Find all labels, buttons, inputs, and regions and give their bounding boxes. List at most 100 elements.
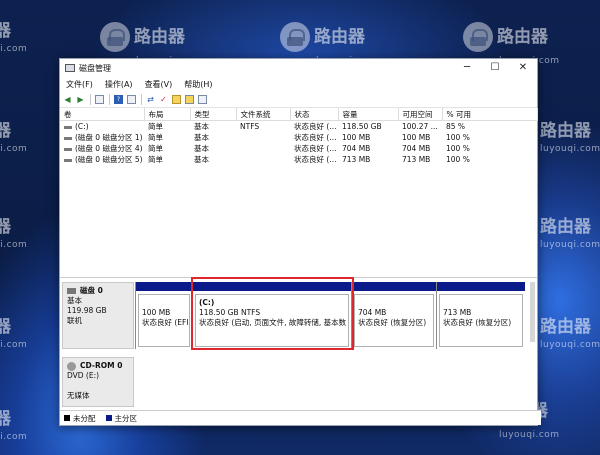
type-cell: 基本 [194, 122, 209, 131]
partition-size: 713 MB [443, 308, 472, 317]
volume-cell: (磁盘 0 磁盘分区 1) [60, 132, 144, 143]
percent-free-cell: 100 % [446, 144, 470, 153]
col-free-space[interactable]: 可用空间 [398, 108, 443, 121]
console-tree-icon[interactable] [95, 94, 104, 104]
capacity-cell: 704 MB [342, 144, 371, 153]
disk-management-window: 磁盘管理 ─ ☐ ✕ 文件(F) 操作(A) 查看(V) 帮助(H) ◀ ▶ ?… [59, 58, 541, 426]
partition-details: 713 MB 状态良好 (恢复分区) [439, 294, 523, 347]
toolbar-separator [141, 93, 142, 105]
legend-swatch-primary [105, 415, 112, 421]
menu-view[interactable]: 查看(V) [145, 79, 173, 90]
cdrom-drive: DVD (E:) [67, 371, 100, 380]
partition-details: 100 MB 状态良好 (EFI [138, 294, 190, 347]
partition-title [358, 298, 430, 308]
cdrom-0-info[interactable]: CD-ROM 0 DVD (E:) 无媒体 [62, 357, 134, 407]
type-cell: 基本 [194, 144, 209, 153]
close-button[interactable]: ✕ [509, 59, 537, 77]
type-cell: 基本 [194, 155, 209, 164]
volume-list: 卷 布局 类型 文件系统 状态 容量 可用空间 % 可用 (C:) 简单 基本 … [60, 108, 538, 273]
partition-title [142, 298, 186, 308]
menu-action[interactable]: 操作(A) [105, 79, 133, 90]
col-percent-free[interactable]: % 可用 [442, 108, 538, 121]
volume-cell: (磁盘 0 磁盘分区 5) [60, 154, 144, 165]
col-capacity[interactable]: 容量 [338, 108, 399, 121]
partition-title [443, 298, 519, 308]
filesystem-cell: NTFS [240, 122, 260, 131]
menu-file[interactable]: 文件(F) [66, 79, 93, 90]
disk-name: 磁盘 0 [80, 286, 103, 295]
volume-cell: (磁盘 0 磁盘分区 4) [60, 143, 144, 154]
vertical-scrollbar[interactable] [530, 282, 535, 342]
layout-cell: 简单 [148, 122, 163, 131]
volume-name: (磁盘 0 磁盘分区 5) [75, 155, 143, 164]
volume-name: (磁盘 0 磁盘分区 4) [75, 144, 143, 153]
properties-icon[interactable] [127, 94, 136, 104]
status-cell: 状态良好 (... [294, 133, 337, 142]
app-icon [65, 64, 75, 72]
cd-drive-icon [67, 361, 76, 371]
col-volume[interactable]: 卷 [60, 108, 145, 121]
disk-status: 联机 [67, 316, 82, 325]
partition-band [437, 282, 525, 291]
status-cell: 状态良好 (... [294, 155, 337, 164]
col-status[interactable]: 状态 [290, 108, 339, 121]
new-volume-icon[interactable] [185, 94, 194, 104]
status-cell: 状态良好 (... [294, 144, 337, 153]
list-view-icon[interactable] [198, 94, 207, 104]
partition-efi[interactable]: 100 MB 状态良好 (EFI [135, 282, 192, 349]
open-folder-icon[interactable] [172, 94, 181, 104]
maximize-button[interactable]: ☐ [481, 59, 509, 77]
col-layout[interactable]: 布局 [144, 108, 191, 121]
partition-details: 704 MB 状态良好 (恢复分区) [354, 294, 434, 347]
table-row[interactable]: (C:) 简单 基本 NTFS 状态良好 (... 118.50 GB 100.… [60, 121, 537, 133]
partition-status: 状态良好 (EFI [142, 318, 189, 327]
disk-0-info[interactable]: 磁盘 0 基本 119.98 GB 联机 [62, 282, 134, 349]
partition-size: 704 MB [358, 308, 387, 317]
free-space-cell: 100.27 ... [402, 122, 438, 131]
menu-bar: 文件(F) 操作(A) 查看(V) 帮助(H) [60, 77, 537, 91]
drive-icon [64, 147, 72, 151]
volume-name: (磁盘 0 磁盘分区 1) [75, 133, 143, 142]
window-title: 磁盘管理 [79, 63, 111, 73]
layout-cell: 简单 [148, 144, 163, 153]
legend-primary: 主分区 [114, 413, 138, 423]
layout-cell: 简单 [148, 133, 163, 142]
type-cell: 基本 [194, 133, 209, 142]
cdrom-status: 无媒体 [67, 391, 90, 400]
title-bar: 磁盘管理 ─ ☐ ✕ [60, 59, 537, 77]
status-cell: 状态良好 (... [294, 122, 337, 131]
free-space-cell: 100 MB [402, 133, 431, 142]
volume-cell: (C:) [60, 121, 144, 133]
back-arrow-icon[interactable]: ◀ [63, 95, 72, 104]
filesystem-cell [236, 143, 290, 154]
minimize-button[interactable]: ─ [453, 59, 481, 77]
partition-band [352, 282, 436, 291]
partition-band [136, 282, 192, 291]
disk-type: 基本 [67, 296, 82, 305]
partition-status: 状态良好 (恢复分区) [358, 318, 427, 327]
table-row[interactable]: (磁盘 0 磁盘分区 5) 简单 基本 状态良好 (... 713 MB 713… [60, 154, 537, 165]
partition-status: 状态良好 (恢复分区) [443, 318, 512, 327]
col-type[interactable]: 类型 [190, 108, 237, 121]
capacity-cell: 118.50 GB [342, 122, 382, 131]
partition-size: 100 MB [142, 308, 171, 317]
table-row[interactable]: (磁盘 0 磁盘分区 4) 简单 基本 状态良好 (... 704 MB 704… [60, 143, 537, 154]
drive-icon [64, 158, 72, 162]
check-icon[interactable]: ✓ [159, 95, 168, 104]
capacity-cell: 713 MB [342, 155, 371, 164]
toolbar-separator [90, 93, 91, 105]
legend-unallocated: 未分配 [73, 413, 96, 423]
layout-cell: 简单 [148, 155, 163, 164]
connect-disk-icon[interactable]: ⇄ [146, 95, 155, 104]
capacity-cell: 100 MB [342, 133, 371, 142]
table-header: 卷 布局 类型 文件系统 状态 容量 可用空间 % 可用 [60, 108, 538, 121]
table-row[interactable]: (磁盘 0 磁盘分区 1) 简单 基本 状态良好 (... 100 MB 100… [60, 132, 537, 143]
col-filesystem[interactable]: 文件系统 [236, 108, 291, 121]
partition-recovery-1[interactable]: 704 MB 状态良好 (恢复分区) [351, 282, 436, 349]
partition-recovery-2[interactable]: 713 MB 状态良好 (恢复分区) [436, 282, 525, 349]
help-icon[interactable]: ? [114, 94, 123, 104]
percent-free-cell: 100 % [446, 133, 470, 142]
forward-arrow-icon[interactable]: ▶ [76, 95, 85, 104]
menu-help[interactable]: 帮助(H) [184, 79, 212, 90]
percent-free-cell: 85 % [446, 122, 466, 131]
